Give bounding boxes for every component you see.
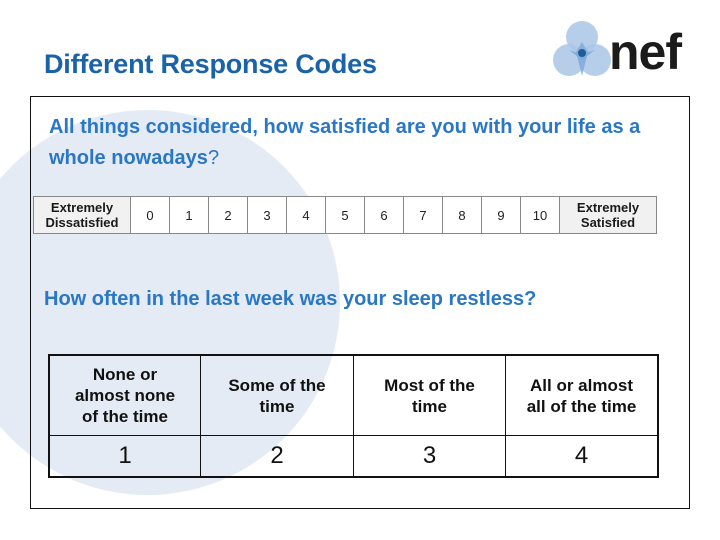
scale-point-9[interactable]: 9 bbox=[481, 196, 521, 234]
option-code-2[interactable]: 2 bbox=[200, 435, 354, 478]
scale-point-0[interactable]: 0 bbox=[130, 196, 170, 234]
nef-three-circles-icon bbox=[553, 21, 611, 76]
label-line: time bbox=[259, 396, 295, 416]
question-life-satisfaction: All things considered, how satisfied are… bbox=[49, 112, 689, 174]
scale-point-2[interactable]: 2 bbox=[208, 196, 248, 234]
scale-point-1[interactable]: 1 bbox=[169, 196, 209, 234]
scale-point-4[interactable]: 4 bbox=[286, 196, 326, 234]
label-line: Most of the bbox=[384, 375, 475, 395]
option-code-1[interactable]: 1 bbox=[48, 435, 201, 478]
option-codes-row: 1 2 3 4 bbox=[48, 435, 659, 478]
option-label-1[interactable]: None or almost none of the time bbox=[48, 354, 201, 436]
scale-low-anchor: Extremely Dissatisfied bbox=[33, 196, 131, 234]
question-sleep-restless: How often in the last week was your slee… bbox=[44, 288, 537, 310]
scale-point-3[interactable]: 3 bbox=[247, 196, 287, 234]
label-line: almost none bbox=[74, 386, 176, 405]
nef-logo: nef bbox=[552, 20, 702, 80]
scale-point-10[interactable]: 10 bbox=[520, 196, 560, 234]
label-line: All or almost bbox=[530, 375, 633, 395]
label-line: all of the time bbox=[526, 396, 637, 416]
slide-title: Different Response Codes bbox=[44, 49, 377, 79]
scale-point-8[interactable]: 8 bbox=[442, 196, 482, 234]
option-label-2[interactable]: Some of the time bbox=[200, 354, 354, 436]
option-label-3[interactable]: Most of the time bbox=[353, 354, 506, 436]
option-labels-row: None or almost none of the time Some of … bbox=[48, 354, 659, 436]
logo-text: nef bbox=[609, 24, 682, 80]
anchor-line: Dissatisfied bbox=[45, 215, 119, 230]
label-line: Some of the bbox=[228, 375, 326, 395]
scale-high-anchor: Extremely Satisfied bbox=[559, 196, 657, 234]
anchor-line: Extremely bbox=[576, 200, 640, 215]
satisfaction-scale: Extremely Dissatisfied 0 1 2 3 4 5 6 7 8… bbox=[33, 196, 657, 234]
scale-point-6[interactable]: 6 bbox=[364, 196, 404, 234]
option-code-3[interactable]: 3 bbox=[353, 435, 506, 478]
label-line: None or bbox=[92, 365, 158, 384]
scale-point-7[interactable]: 7 bbox=[403, 196, 443, 234]
scale-point-5[interactable]: 5 bbox=[325, 196, 365, 234]
anchor-line: Satisfied bbox=[580, 215, 636, 230]
anchor-line: Extremely bbox=[50, 200, 114, 215]
label-line: time bbox=[412, 396, 447, 416]
option-code-4[interactable]: 4 bbox=[505, 435, 659, 478]
label-line: of the time bbox=[82, 407, 168, 426]
option-label-4[interactable]: All or almost all of the time bbox=[505, 354, 659, 436]
question-mark: ? bbox=[207, 147, 220, 169]
frequency-response-table: None or almost none of the time Some of … bbox=[48, 354, 659, 478]
question-text: All things considered, how satisfied are… bbox=[49, 116, 641, 169]
